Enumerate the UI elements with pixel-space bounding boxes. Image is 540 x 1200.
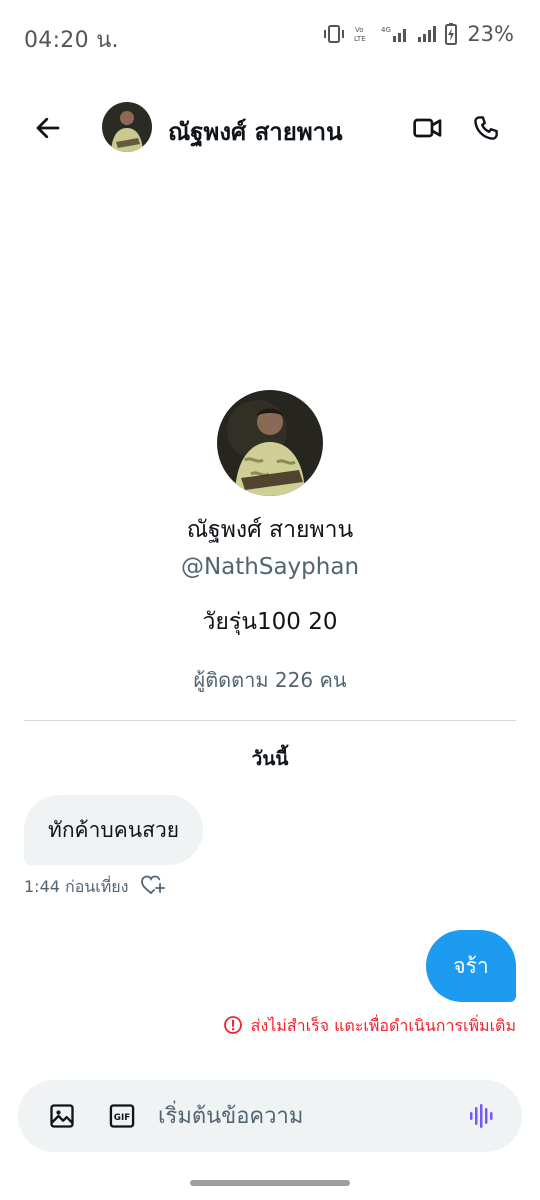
svg-text:Vo: Vo: [355, 26, 364, 34]
message-composer: GIF: [18, 1080, 522, 1152]
profile-handle: @NathSayphan: [180, 554, 360, 580]
add-reaction-icon[interactable]: [140, 874, 166, 900]
vibrate-icon: [323, 24, 345, 44]
day-label: วันนี้: [251, 748, 289, 770]
add-image-button[interactable]: [46, 1100, 78, 1132]
header-display-name[interactable]: ณัฐพงศ์ สายพาน: [168, 112, 343, 151]
profile-bio: วัยรุ่น100 20: [202, 609, 338, 635]
status-bar: 04:20 น. Vo LTE 4G 23%: [0, 0, 540, 72]
svg-text:4G: 4G: [381, 26, 391, 34]
profile-card: ณัฐพงศ์ สายพาน @NathSayphan วัยรุ่น100 2…: [0, 390, 540, 696]
message-timestamp: 1:44 ก่อนเที่ยง: [24, 876, 129, 896]
profile-followers[interactable]: ผู้ติดตาม 226 คน: [0, 664, 540, 696]
status-time: 04:20 น.: [24, 28, 119, 53]
battery-percentage: 23%: [467, 22, 514, 46]
received-message-bubble[interactable]: ทักค้าบคนสวย: [24, 795, 204, 865]
profile-avatar[interactable]: [217, 390, 323, 496]
header-avatar[interactable]: [102, 102, 152, 152]
status-icons: Vo LTE 4G 23%: [323, 22, 514, 46]
battery-charging-icon: [445, 23, 458, 45]
image-icon: [50, 1104, 74, 1128]
phone-call-button[interactable]: [466, 108, 506, 148]
voice-waveform-icon: [470, 1104, 493, 1128]
conversation-header: ณัฐพงศ์ สายพาน: [0, 96, 540, 158]
4g-signal-icon: 4G: [381, 24, 409, 44]
volte-icon: Vo LTE: [353, 24, 373, 44]
profile-display-name: ณัฐพงศ์ สายพาน: [186, 517, 354, 543]
signal-icon: [417, 24, 437, 44]
error-alert-icon: [223, 1015, 243, 1039]
svg-text:LTE: LTE: [354, 35, 366, 43]
video-call-button[interactable]: [408, 108, 448, 148]
video-call-icon: [413, 118, 442, 138]
phone-call-icon: [474, 116, 498, 140]
message-input[interactable]: [158, 1098, 448, 1134]
voice-message-button[interactable]: [466, 1100, 498, 1132]
gif-icon: GIF: [109, 1104, 135, 1128]
gif-label: GIF: [114, 1113, 130, 1123]
home-indicator[interactable]: [190, 1180, 350, 1186]
back-arrow-icon: [36, 117, 60, 139]
sent-message-bubble[interactable]: จร้า: [426, 930, 516, 1002]
received-message-meta: 1:44 ก่อนเที่ยง: [24, 874, 166, 900]
back-button[interactable]: [28, 108, 68, 148]
divider: [24, 720, 516, 721]
send-failed-text: ส่งไม่สำเร็จ แตะเพื่อดำเนินการเพิ่มเติม: [250, 1016, 516, 1035]
sent-message-text: จร้า: [453, 953, 489, 978]
send-failed-notice[interactable]: ส่งไม่สำเร็จ แตะเพื่อดำเนินการเพิ่มเติม: [223, 1014, 516, 1039]
gif-button[interactable]: GIF: [106, 1100, 138, 1132]
received-message-text: ทักค้าบคนสวย: [48, 817, 180, 842]
